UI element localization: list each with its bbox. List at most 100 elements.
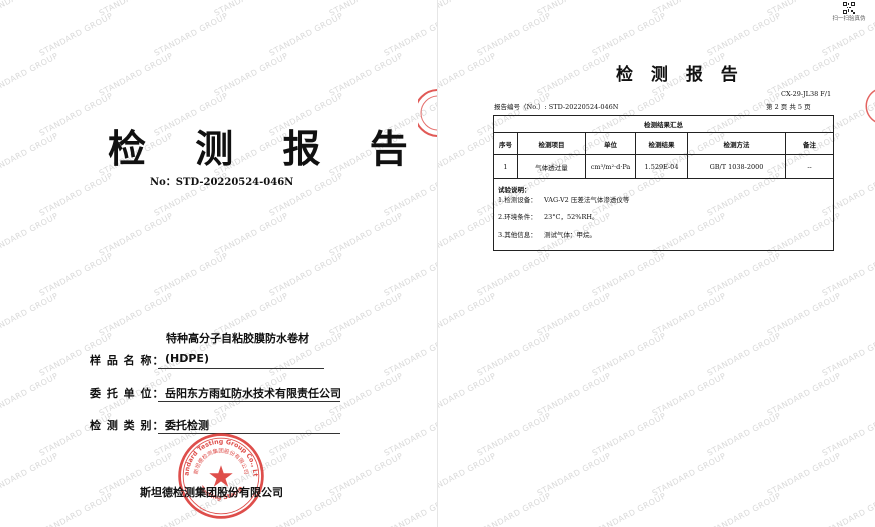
- watermark-text: STANDARD GROUP: [590, 331, 668, 378]
- watermark-text: STANDARD GROUP: [97, 211, 175, 258]
- watermark-text: STANDARD GROUP: [0, 371, 60, 418]
- watermark-text: STANDARD GROUP: [213, 0, 290, 18]
- report-results-page: STANDARD GROUP STANDARD GROUP STANDARD GRO…: [438, 0, 875, 527]
- watermark-text: STANDARD GROUP: [765, 291, 843, 338]
- sample-product-name: 特种高分子自粘胶膜防水卷材: [166, 332, 309, 345]
- table-row: 1 气体透过量 cm³/m²·d·Pa 1.529E-04 GB/T 1038-…: [493, 154, 835, 179]
- watermark-text: STANDARD GROUP: [0, 291, 60, 338]
- watermark-text: STANDARD GROUP: [705, 11, 783, 58]
- watermark-text: STANDARD GROUP: [382, 251, 437, 298]
- watermark-text: STANDARD GROUP: [590, 411, 668, 458]
- header-method: 检测方法: [687, 132, 786, 155]
- page-indicator: 第 2 页 共 5 页: [766, 103, 811, 111]
- cell-method: GB/T 1038-2000: [687, 154, 786, 179]
- results-summary-table: 检测结果汇总 序号 检测项目 单位 检测结果 检测方法 备注 1 气体透过量 c…: [492, 115, 835, 251]
- watermark-text: STANDARD GROUP: [382, 11, 437, 58]
- qr-caption: 扫一扫验真伪: [832, 16, 866, 22]
- watermark-text: STANDARD GROUP: [212, 211, 290, 258]
- watermark-text: STANDARD GROUP: [0, 211, 60, 258]
- report-cover-page: STANDARD GROUP STANDARD GROUP STANDARD GRO…: [0, 0, 437, 527]
- test-notes: 试验说明： 1.检测设备： VAG-V2 压差法气体渗透仪等 2.环境条件： 23°…: [492, 178, 835, 251]
- qr-code-icon: [843, 2, 855, 14]
- watermark-text: STANDARD GROUP: [650, 371, 728, 418]
- header-remark: 备注: [784, 132, 835, 155]
- watermark-text: STANDARD GROUP: [382, 171, 437, 218]
- watermark-text: STANDARD GROUP: [37, 171, 115, 218]
- cell-result: 1.529E-04: [635, 154, 688, 179]
- watermark-text: STANDARD GROUP: [535, 291, 613, 338]
- watermark-text: STANDARD GROUP: [37, 91, 115, 138]
- note-value: 23°C，52%RH。: [544, 213, 599, 221]
- watermark-text: STANDARD GROUP: [705, 491, 783, 527]
- note-label: 2.环境条件：: [498, 213, 537, 221]
- watermark-text: STANDARD GROUP: [327, 211, 405, 258]
- watermark-text: STANDARD GROUP: [327, 451, 405, 498]
- watermark-text: STANDARD GROUP: [475, 491, 553, 527]
- watermark-text: STANDARD GROUP: [535, 51, 613, 98]
- note-label: 1.检测设备：: [498, 195, 537, 204]
- cell-unit: cm³/m²·d·Pa: [585, 154, 636, 179]
- watermark-text: STANDARD GROUP: [0, 131, 60, 178]
- note-other: 3.其他信息： 测试气体：甲烷。: [498, 230, 829, 239]
- watermark-text: STANDARD GROUP: [152, 11, 230, 58]
- watermark-text: STANDARD GROUP: [820, 251, 875, 298]
- field-label-sample-name: 样 品 名 称：: [90, 354, 165, 367]
- watermark-text: STANDARD GROUP: [650, 291, 728, 338]
- table-caption: 检测结果汇总: [492, 115, 835, 133]
- field-underline: [158, 368, 324, 369]
- cover-report-number: No：STD-20220524-046N: [150, 177, 294, 188]
- note-equipment: 1.检测设备： VAG-V2 压差法气体渗透仪等: [498, 195, 829, 204]
- watermark-text: STANDARD GROUP: [536, 0, 613, 18]
- watermark-text: STANDARD GROUP: [765, 451, 843, 498]
- watermark-text: STANDARD GROUP: [475, 331, 553, 378]
- watermark-text: STANDARD GROUP: [267, 11, 345, 58]
- watermark-text: STANDARD GROUP: [475, 411, 553, 458]
- official-seal-icon: Standard Testing Group Co., Ltd. 斯坦德检测集团…: [176, 431, 264, 519]
- header-result: 检测结果: [635, 132, 688, 155]
- form-code: CX-29-JL38 F/1: [781, 90, 832, 98]
- watermark-text: STANDARD GROUP: [382, 411, 437, 458]
- watermark-text: STANDARD GROUP: [820, 491, 875, 527]
- field-label-client: 委 托 单 位：: [90, 387, 165, 400]
- watermark-text: STANDARD GROUP: [97, 51, 175, 98]
- note-value: VAG-V2 压差法气体渗透仪等: [544, 195, 630, 204]
- header-index: 序号: [493, 132, 518, 155]
- watermark-text: STANDARD GROUP: [820, 411, 875, 458]
- watermark-text: STANDARD GROUP: [438, 131, 498, 178]
- watermark-text: STANDARD GROUP: [0, 51, 60, 98]
- cell-index: 1: [493, 154, 518, 179]
- watermark-text: STANDARD GROUP: [98, 0, 175, 18]
- watermark-text: STANDARD GROUP: [705, 331, 783, 378]
- watermark-text: STANDARD GROUP: [328, 0, 405, 18]
- qr-verify[interactable]: 扫一扫验真伪: [829, 2, 869, 22]
- edge-seal-icon: [865, 89, 875, 123]
- note-label: 3.其他信息：: [498, 230, 537, 239]
- watermark-text: STANDARD GROUP: [267, 251, 345, 298]
- watermark-text: STANDARD GROUP: [212, 51, 290, 98]
- watermark-text: STANDARD GROUP: [590, 11, 668, 58]
- field-label-test-type: 检 测 类 别：: [90, 419, 165, 432]
- header-unit: 单位: [585, 132, 636, 155]
- watermark-text: STANDARD GROUP: [0, 451, 60, 498]
- watermark-text: STANDARD GROUP: [590, 251, 668, 298]
- watermark-text: STANDARD GROUP: [765, 371, 843, 418]
- cell-item: 气体透过量: [517, 154, 586, 179]
- watermark-text: STANDARD GROUP: [37, 251, 115, 298]
- watermark-text: STANDARD GROUP: [37, 11, 115, 58]
- watermark-text: STANDARD GROUP: [382, 491, 437, 527]
- field-value-sample-name: (HDPE): [165, 352, 209, 365]
- watermark-text: STANDARD GROUP: [152, 251, 230, 298]
- note-environment: 2.环境条件： 23°C，52%RH。: [498, 214, 829, 221]
- watermark-text: STANDARD GROUP: [327, 51, 405, 98]
- field-underline: [158, 401, 340, 402]
- watermark-text: STANDARD GROUP: [438, 371, 498, 418]
- watermark-text: STANDARD GROUP: [535, 371, 613, 418]
- watermark-text: STANDARD GROUP: [37, 491, 115, 527]
- watermark-text: STANDARD GROUP: [475, 11, 553, 58]
- watermark-text: STANDARD GROUP: [438, 451, 498, 498]
- field-value-client: 岳阳东方雨虹防水技术有限责任公司: [165, 387, 341, 400]
- cell-remark: --: [784, 154, 835, 179]
- watermark-text: STANDARD GROUP: [97, 291, 175, 338]
- watermark-text: STANDARD GROUP: [820, 331, 875, 378]
- watermark-text: STANDARD GROUP: [438, 291, 498, 338]
